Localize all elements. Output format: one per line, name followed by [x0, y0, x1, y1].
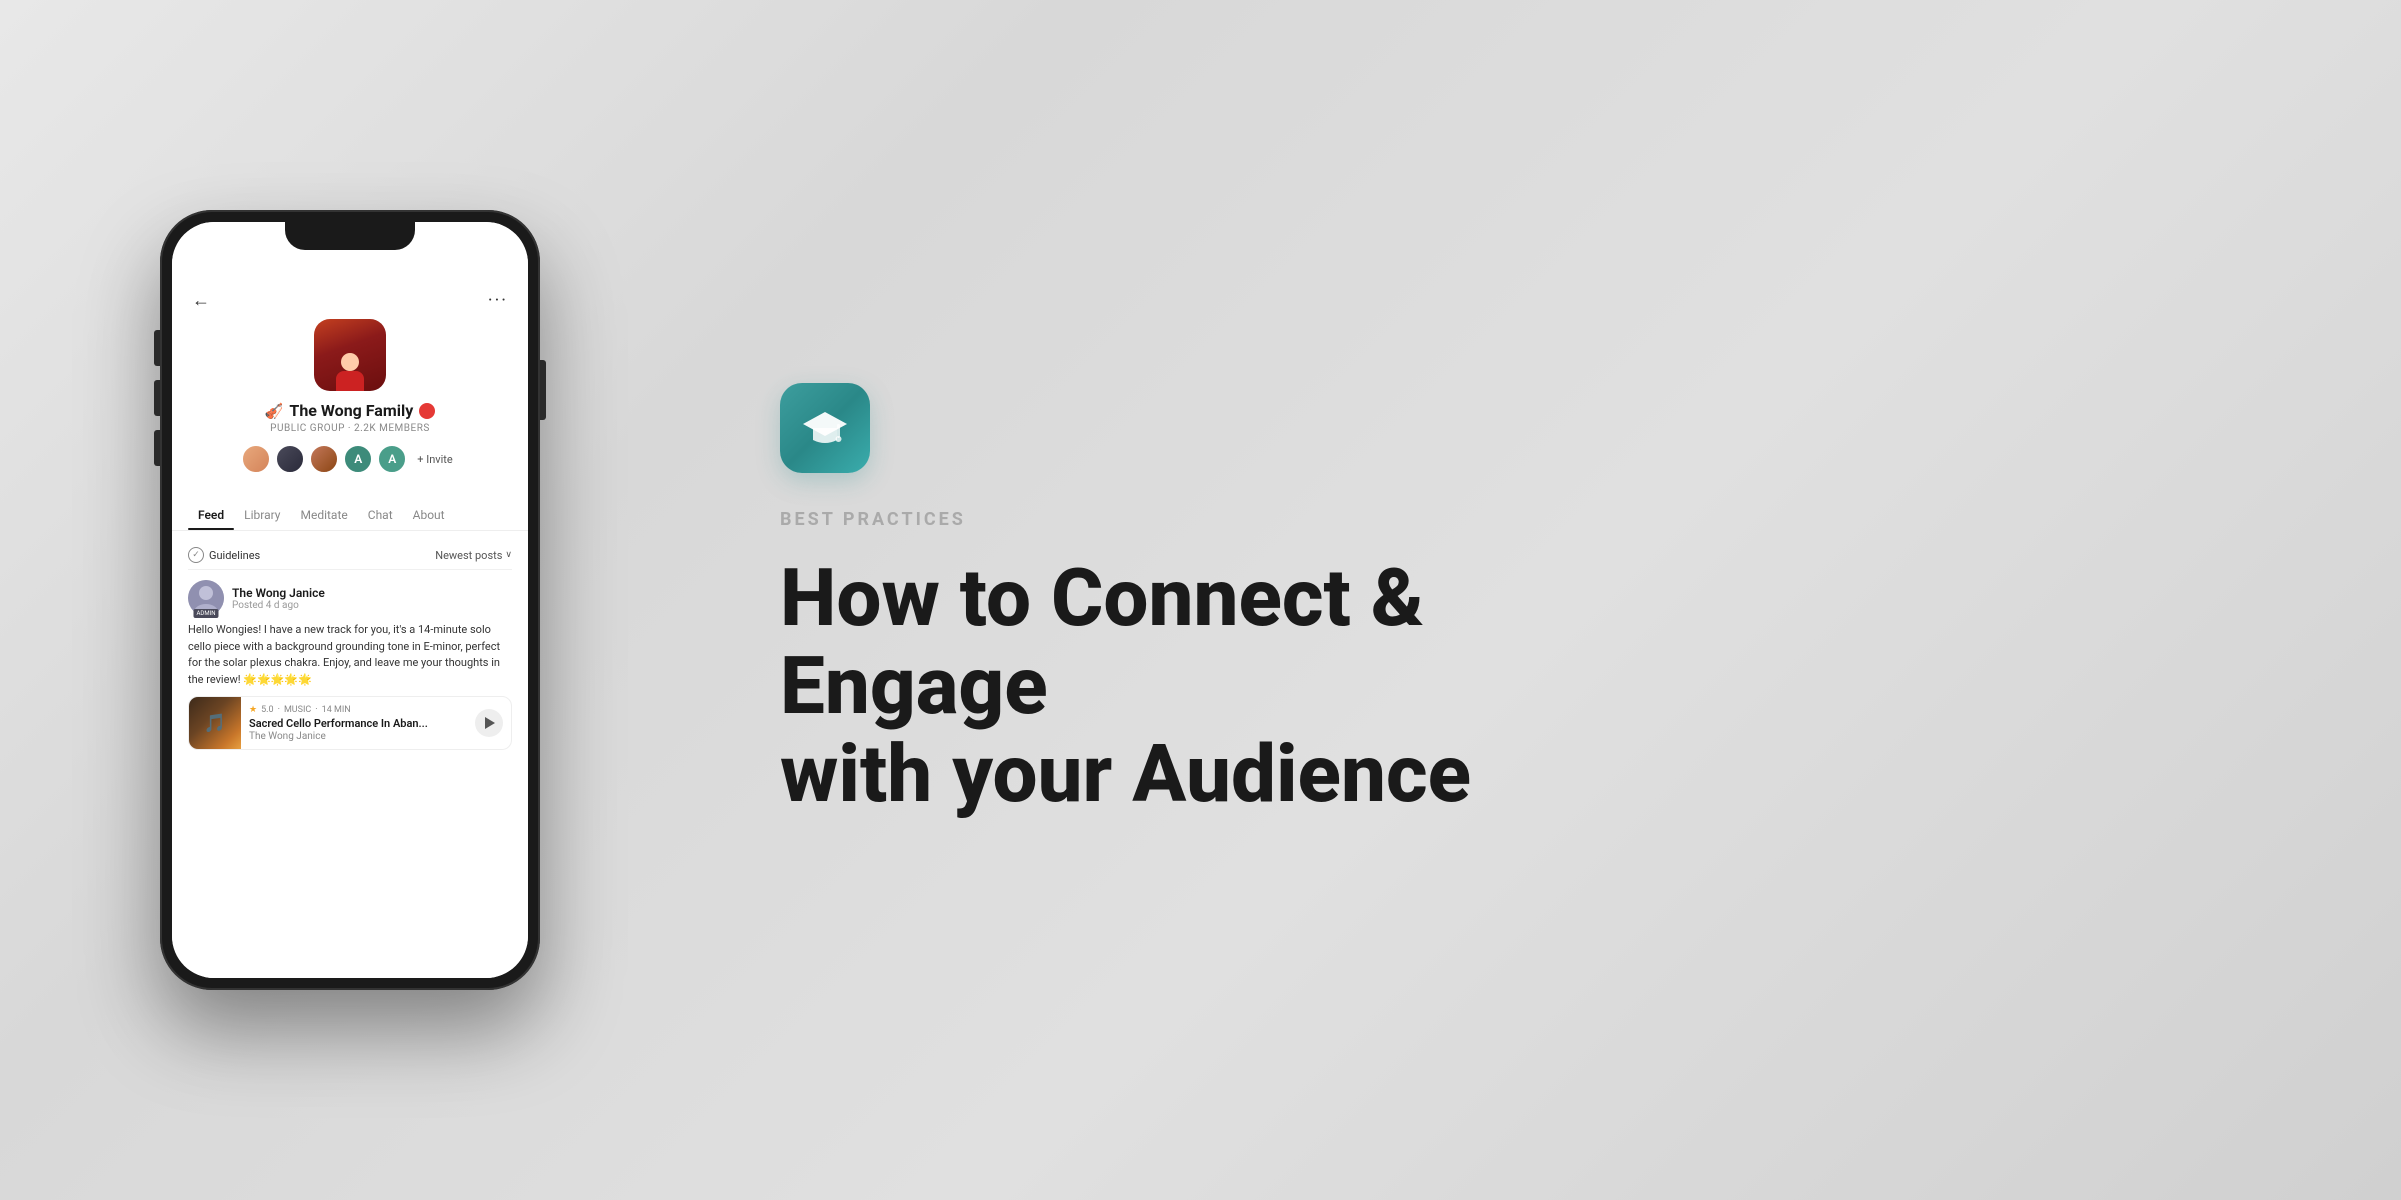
post-text: Hello Wongies! I have a new track for yo… — [188, 622, 512, 688]
post-avatar-wrap: ADMIN — [188, 580, 224, 616]
play-triangle-icon — [485, 717, 495, 729]
graduation-cap-icon — [799, 402, 851, 454]
guidelines-row: ✓ Guidelines Newest posts ∨ — [188, 541, 512, 569]
music-rating: 5.0 — [261, 705, 274, 715]
category-label: BEST PRACTICES — [780, 509, 2281, 530]
music-info: ★ 5.0 · MUSIC · 14 MIN Sacred Cello Perf… — [241, 699, 475, 748]
avatar-figure — [314, 319, 386, 391]
group-name: 🎻 The Wong Family — [265, 401, 436, 420]
avatar-head — [341, 353, 359, 371]
avatar-body — [336, 371, 364, 391]
music-category: MUSIC — [284, 705, 311, 715]
post-item: ADMIN The Wong Janice Posted 4 d ago Hel… — [188, 569, 512, 756]
badge-icon — [780, 383, 870, 473]
member-avatar-1 — [241, 444, 271, 474]
music-card[interactable]: 🎵 ★ 5.0 · MUSIC · 14 MIN — [188, 696, 512, 750]
tab-library[interactable]: Library — [234, 502, 290, 530]
app-nav: ← ··· — [172, 282, 528, 315]
right-section: BEST PRACTICES How to Connect & Engage w… — [700, 0, 2401, 1200]
music-thumbnail: 🎵 — [189, 697, 241, 749]
heading-line1: How to Connect & Engage — [780, 551, 1424, 733]
post-author-name: The Wong Janice — [232, 586, 512, 600]
guidelines-left: ✓ Guidelines — [188, 547, 260, 563]
group-meta: PUBLIC GROUP · 2.2K MEMBERS — [270, 423, 430, 434]
tab-meditate[interactable]: Meditate — [290, 502, 357, 530]
admin-badge: ADMIN — [193, 609, 218, 618]
invite-button[interactable]: + Invite — [411, 451, 458, 468]
screen-content: ← ··· 🎻 The Wong Family — [172, 222, 528, 978]
music-artist: The Wong Janice — [249, 731, 467, 742]
member-avatars-row: A A + Invite — [241, 444, 458, 474]
tab-about[interactable]: About — [403, 502, 455, 530]
feed-section: ✓ Guidelines Newest posts ∨ — [172, 531, 528, 756]
music-duration: 14 MIN — [322, 705, 351, 715]
tabs-row: Feed Library Meditate Chat About — [172, 502, 528, 531]
tab-feed[interactable]: Feed — [188, 502, 234, 530]
phone-frame: ← ··· 🎻 The Wong Family — [160, 210, 540, 990]
newest-posts-dropdown[interactable]: Newest posts ∨ — [435, 549, 512, 562]
star-icon: ★ — [249, 705, 257, 715]
group-avatar — [314, 319, 386, 391]
music-meta: ★ 5.0 · MUSIC · 14 MIN — [249, 705, 467, 715]
member-avatar-a1: A — [343, 444, 373, 474]
more-menu-button[interactable]: ··· — [488, 290, 508, 311]
left-section: ← ··· 🎻 The Wong Family — [0, 0, 700, 1200]
member-avatar-a2: A — [377, 444, 407, 474]
back-button[interactable]: ← — [192, 290, 210, 311]
group-emoji: 🎻 — [265, 402, 284, 420]
music-title: Sacred Cello Performance In Aban... — [249, 717, 467, 730]
status-bar — [172, 254, 528, 282]
newest-posts-label: Newest posts — [435, 549, 502, 562]
guidelines-label: Guidelines — [209, 549, 260, 562]
red-circle-badge — [419, 403, 435, 419]
group-header: 🎻 The Wong Family PUBLIC GROUP · 2.2K ME… — [172, 315, 528, 502]
member-avatar-3 — [309, 444, 339, 474]
post-time: Posted 4 d ago — [232, 600, 512, 611]
chevron-down-icon: ∨ — [505, 550, 512, 560]
post-author-row: ADMIN The Wong Janice Posted 4 d ago — [188, 580, 512, 616]
phone-notch — [285, 222, 415, 250]
music-separator2: · — [315, 705, 317, 715]
check-circle-icon: ✓ — [188, 547, 204, 563]
main-heading: How to Connect & Engage with your Audien… — [780, 554, 1680, 818]
post-author-info: The Wong Janice Posted 4 d ago — [232, 586, 512, 611]
music-note-icon: 🎵 — [204, 713, 226, 734]
group-name-text: The Wong Family — [289, 401, 413, 420]
phone-screen: ← ··· 🎻 The Wong Family — [172, 222, 528, 978]
music-separator: · — [278, 705, 280, 715]
tab-chat[interactable]: Chat — [358, 502, 403, 530]
heading-line2: with your Audience — [780, 727, 1471, 821]
play-button[interactable] — [475, 709, 503, 737]
member-avatar-2 — [275, 444, 305, 474]
